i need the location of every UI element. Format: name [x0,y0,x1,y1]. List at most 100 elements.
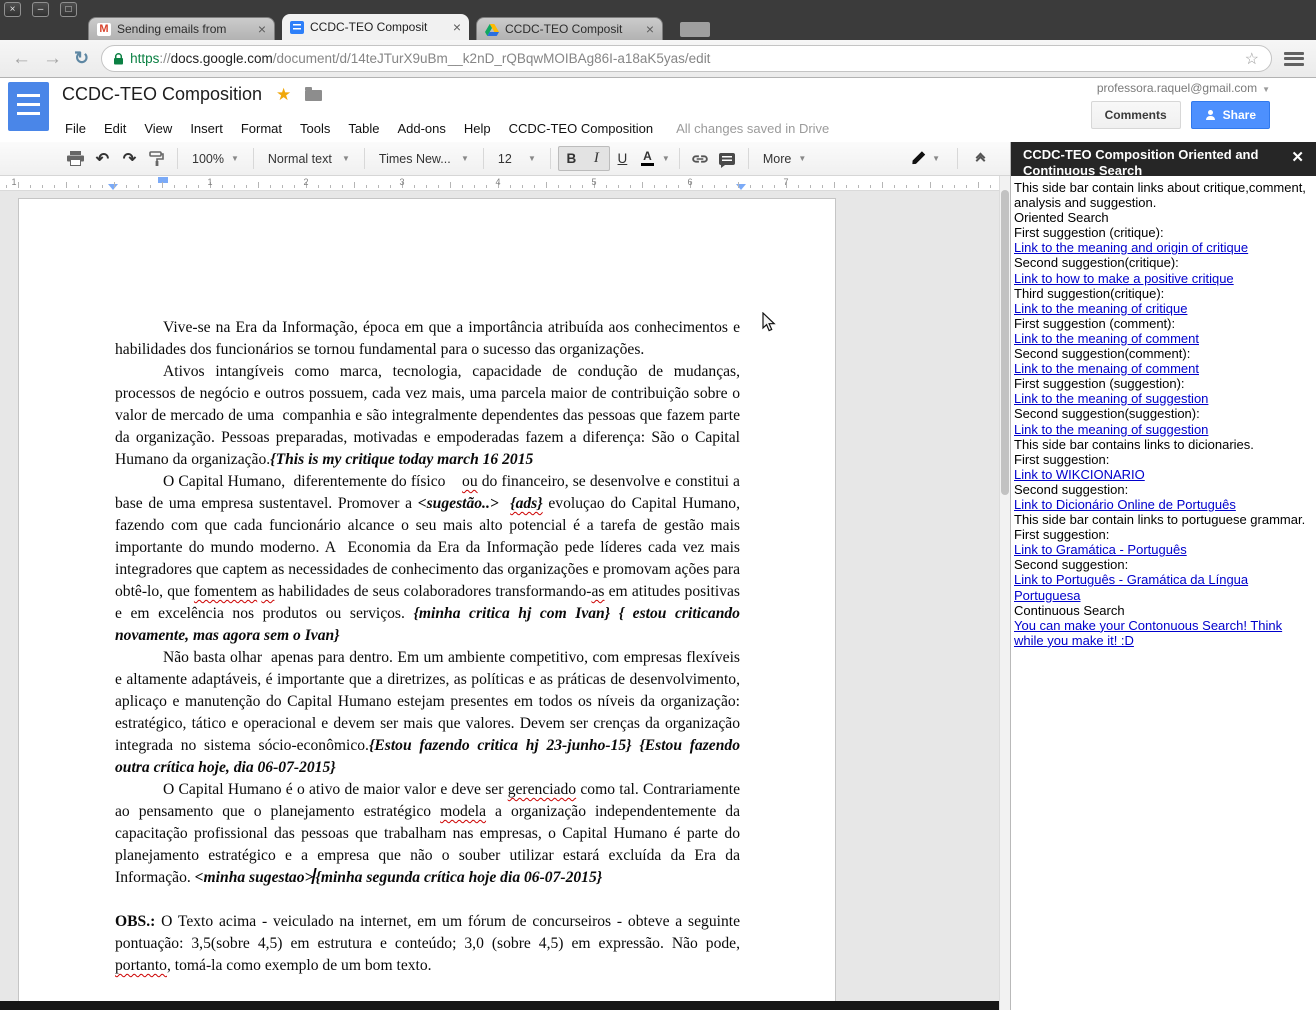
menu-edit[interactable]: Edit [95,118,135,139]
menu-format[interactable]: Format [232,118,291,139]
browser-tab[interactable]: Sending emails from× [88,17,275,40]
ruler-tick [654,185,655,188]
menu-add-ons[interactable]: Add-ons [388,118,454,139]
menu-insert[interactable]: Insert [181,118,232,139]
reload-icon[interactable]: ↻ [74,48,89,69]
ruler-tick [954,185,955,188]
zoom-select[interactable]: 100%▼ [185,147,246,171]
sidebar-link[interactable]: Link to the meaning of suggestion [1014,391,1306,406]
back-icon[interactable]: ← [12,48,31,70]
paint-format-button[interactable] [144,147,169,171]
scrollbar-thumb[interactable] [1001,190,1009,495]
sidebar-link[interactable]: Link to Dicionário Online de Português [1014,497,1306,512]
document-text[interactable]: Vive-se na Era da Informação, época em q… [19,199,835,977]
redo-button[interactable]: ↷ [117,147,142,171]
menu-table[interactable]: Table [339,118,388,139]
text-run: Vive-se na Era da Informação, época em q… [115,319,744,358]
text-run: habilidades de seus colaboradores transf… [274,583,591,600]
paragraph-style-select[interactable]: Normal text▼ [261,147,357,171]
ruler-tick [618,185,619,188]
more-button[interactable]: More▼ [756,147,813,171]
left-indent-marker[interactable] [108,184,118,190]
sidebar-text: First suggestion (comment): [1014,316,1306,331]
sidebar-link[interactable]: You can make your Contonuous Search! Thi… [1014,618,1306,648]
menu-tools[interactable]: Tools [291,118,339,139]
text-run: OBS.: [115,913,155,930]
insert-link-button[interactable] [688,147,713,171]
chevron-down-icon[interactable]: ▼ [662,154,670,163]
docs-logo-icon[interactable] [8,82,49,131]
ruler-tick [978,182,979,188]
ruler-tick [162,182,163,188]
bookmark-star-icon[interactable]: ☆ [1245,49,1259,69]
text-run: , tomá-la como exemplo de um bom texto. [167,957,432,974]
chevron-down-icon: ▼ [461,154,469,163]
starred-icon[interactable]: ★ [276,85,291,105]
sidebar-link[interactable]: Link to Português - Gramática da Língua … [1014,572,1306,602]
sidebar-text: First suggestion (critique): [1014,225,1306,240]
text-color-button[interactable]: A [635,147,660,170]
ruler-tick [150,185,151,188]
bold-button[interactable]: B [559,147,584,170]
ruler[interactable]: 1 1234567 [0,176,1010,191]
underline-button[interactable]: U [610,147,635,170]
folder-icon[interactable] [305,90,322,101]
ruler-number: 6 [687,177,692,187]
menu-ccdc-teo-composition[interactable]: CCDC-TEO Composition [500,118,662,139]
scrollbar-track[interactable] [999,176,1010,1010]
sidebar-header: CCDC-TEO Composition Oriented and Contin… [1011,142,1316,176]
menu-file[interactable]: File [56,118,95,139]
ruler-tick [378,185,379,188]
font-select[interactable]: Times New...▼ [372,147,476,171]
tab-close-icon[interactable]: × [646,22,654,36]
paint-format-icon [149,151,164,166]
sidebar-link[interactable]: Link to how to make a positive critique [1014,271,1306,286]
close-window-icon[interactable]: × [4,2,21,17]
forward-icon[interactable]: → [43,48,62,70]
sidebar-text: This side bar contain links about critiq… [1014,180,1306,210]
sidebar-close-icon[interactable]: ✕ [1291,150,1304,165]
undo-button[interactable]: ↶ [90,147,115,171]
tab-close-icon[interactable]: × [258,22,266,36]
ruler-tick [18,182,19,188]
italic-button[interactable]: I [584,147,609,170]
ruler-tick [246,185,247,188]
font-size-select[interactable]: 12▼ [491,147,543,171]
tab-close-icon[interactable]: × [453,20,461,34]
sidebar-link[interactable]: Link to WIKCIONARIO [1014,467,1306,482]
account-email[interactable]: professora.raquel@gmail.com▼ [1097,81,1270,95]
ruler-tick [858,185,859,188]
editing-mode-button[interactable]: ▼ [910,154,940,163]
sidebar-link[interactable]: Link to the meaning of comment [1014,331,1306,346]
url-bar[interactable]: https://docs.google.com/document/d/14teJ… [101,45,1272,72]
document-canvas[interactable]: Vive-se na Era da Informação, época em q… [0,191,1010,1010]
browser-menu-icon[interactable] [1284,52,1304,66]
sidebar-link[interactable]: Link to the meaning of suggestion [1014,422,1306,437]
document-page[interactable]: Vive-se na Era da Informação, época em q… [18,198,836,1010]
comments-button[interactable]: Comments [1091,101,1181,129]
share-button[interactable]: Share [1191,101,1270,129]
menu-view[interactable]: View [135,118,181,139]
collapse-toolbar-button[interactable] [977,154,984,164]
menu-help[interactable]: Help [455,118,500,139]
paragraph [115,889,740,911]
browser-tab[interactable]: CCDC-TEO Composit × [282,14,469,40]
sidebar-link[interactable]: Link to the menaing of comment [1014,361,1306,376]
ruler-tick [222,185,223,188]
sidebar-link[interactable]: Link to the meaning of critique [1014,301,1306,316]
minimize-window-icon[interactable]: – [32,2,49,17]
first-line-indent-marker[interactable] [158,177,168,183]
sidebar-link[interactable]: Link to the meaning and origin of critiq… [1014,240,1306,255]
browser-tab[interactable]: CCDC-TEO Composit× [476,17,663,40]
new-tab-button[interactable] [680,22,710,37]
ruler-tick [294,185,295,188]
print-button[interactable] [63,147,88,171]
tab-label: CCDC-TEO Composit [310,20,449,34]
ruler-tick [6,185,7,188]
sidebar-link[interactable]: Link to Gramática - Português [1014,542,1306,557]
tab-strip: Sending emails from×CCDC-TEO Composit×CC… [88,14,710,40]
maximize-window-icon[interactable]: □ [60,2,77,17]
insert-comment-button[interactable] [715,147,740,171]
chevron-down-icon: ▼ [342,154,350,163]
document-title[interactable]: CCDC-TEO Composition [62,84,262,105]
